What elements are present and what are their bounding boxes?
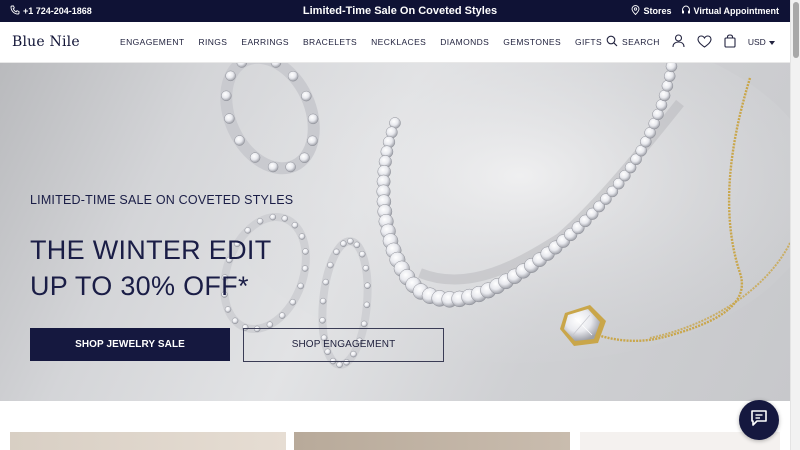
nav-engagement[interactable]: ENGAGEMENT: [120, 37, 184, 47]
hero-headline-line2: UP TO 30% OFF*: [30, 271, 249, 301]
diamond-stone: [333, 248, 340, 256]
diamond-stone: [266, 321, 274, 328]
search-label: SEARCH: [622, 37, 660, 47]
wishlist-button[interactable]: [697, 34, 712, 50]
diamond-stone: [353, 241, 361, 249]
currency-selector[interactable]: USD: [748, 37, 775, 47]
diamond-stone: [307, 113, 319, 125]
nav-earrings[interactable]: EARRINGS: [241, 37, 289, 47]
diamond-stone: [307, 135, 318, 147]
account-button[interactable]: [672, 34, 685, 50]
diamond-stone: [249, 152, 261, 163]
site-header: Blue Nile ENGAGEMENT RINGS EARRINGS BRAC…: [0, 22, 790, 63]
currency-label: USD: [747, 37, 766, 47]
cart-button[interactable]: [724, 34, 736, 50]
headset-icon: [681, 5, 691, 17]
diamond-stone: [287, 70, 299, 82]
diamond-stone: [360, 320, 368, 328]
nav-necklaces[interactable]: NECKLACES: [371, 37, 426, 47]
diamond-stone: [269, 213, 277, 221]
nav-gemstones[interactable]: GEMSTONES: [503, 37, 561, 47]
search-icon: [606, 35, 618, 49]
diamond-stone: [297, 282, 304, 290]
hero-eyebrow: LIMITED-TIME SALE ON COVETED STYLES: [30, 193, 294, 207]
stores-link[interactable]: Stores: [631, 5, 672, 17]
diamond-stone: [298, 233, 306, 240]
diamond-stone: [359, 250, 366, 258]
diamond-stone: [362, 264, 370, 272]
location-pin-icon: [631, 5, 640, 17]
diamond-stone: [256, 218, 264, 225]
diamond-stone: [225, 70, 236, 82]
chat-icon: [749, 408, 769, 433]
diamond-stone: [221, 90, 232, 102]
diamond-stone: [302, 248, 309, 255]
appointment-label: Virtual Appointment: [693, 6, 780, 16]
diamond-stone: [299, 152, 310, 164]
nav-gifts[interactable]: GIFTS: [575, 37, 602, 47]
diamond-stone: [291, 221, 299, 229]
diamond-stone: [224, 306, 232, 313]
hero-headline-line1: THE WINTER EDIT: [30, 235, 272, 265]
category-card[interactable]: [294, 432, 570, 450]
category-strip: [0, 401, 790, 450]
shop-engagement-button[interactable]: SHOP ENGAGEMENT: [243, 328, 444, 362]
diamond-stone: [364, 282, 371, 289]
nav-bracelets[interactable]: BRACELETS: [303, 37, 357, 47]
diamond-stone: [285, 161, 296, 173]
diamond-stone: [267, 161, 279, 173]
diamond-stone: [336, 361, 343, 369]
page-scrollbar[interactable]: [790, 0, 800, 450]
scrollbar-thumb[interactable]: [793, 2, 799, 58]
main-nav: ENGAGEMENT RINGS EARRINGS BRACELETS NECK…: [120, 37, 616, 47]
diamond-stone: [322, 278, 330, 286]
diamond-stone: [658, 89, 671, 102]
category-card[interactable]: [10, 432, 286, 450]
diamond-stone: [278, 312, 286, 319]
hero-headline: THE WINTER EDIT UP TO 30% OFF*: [30, 232, 272, 304]
diamond-stone: [665, 63, 678, 73]
diamond-stone: [319, 317, 326, 324]
hero-banner: LIMITED-TIME SALE ON COVETED STYLES THE …: [0, 63, 790, 401]
stores-label: Stores: [643, 6, 672, 16]
nav-diamonds[interactable]: DIAMONDS: [440, 37, 489, 47]
diamond-stone: [301, 90, 312, 102]
user-icon: [672, 34, 685, 50]
diamond-stone: [661, 80, 674, 92]
diamond-stone: [327, 261, 334, 269]
diamond-stone: [363, 301, 371, 309]
diamond-stone: [281, 215, 289, 222]
diamond-stone: [340, 240, 347, 247]
heart-icon: [697, 34, 712, 50]
chat-button[interactable]: [739, 400, 779, 440]
diamond-stone: [234, 135, 245, 146]
diamond-stone: [319, 297, 327, 305]
diamond-stone: [224, 113, 235, 124]
shop-jewelry-sale-button[interactable]: SHOP JEWELRY SALE: [30, 328, 230, 361]
brand-logo[interactable]: Blue Nile: [12, 34, 80, 50]
virtual-appointment-link[interactable]: Virtual Appointment: [681, 5, 780, 17]
diamond-stone: [347, 237, 354, 245]
announcement-bar: +1 724-204-1868 Limited-Time Sale On Cov…: [0, 0, 800, 22]
bag-icon: [724, 34, 736, 50]
search-button[interactable]: SEARCH: [606, 35, 660, 49]
chevron-down-icon: [768, 37, 775, 47]
diamond-stone: [301, 265, 309, 272]
diamond-stone: [663, 70, 676, 82]
diamond-stone: [289, 298, 297, 306]
diamond-stone: [231, 317, 239, 325]
nav-rings[interactable]: RINGS: [198, 37, 227, 47]
